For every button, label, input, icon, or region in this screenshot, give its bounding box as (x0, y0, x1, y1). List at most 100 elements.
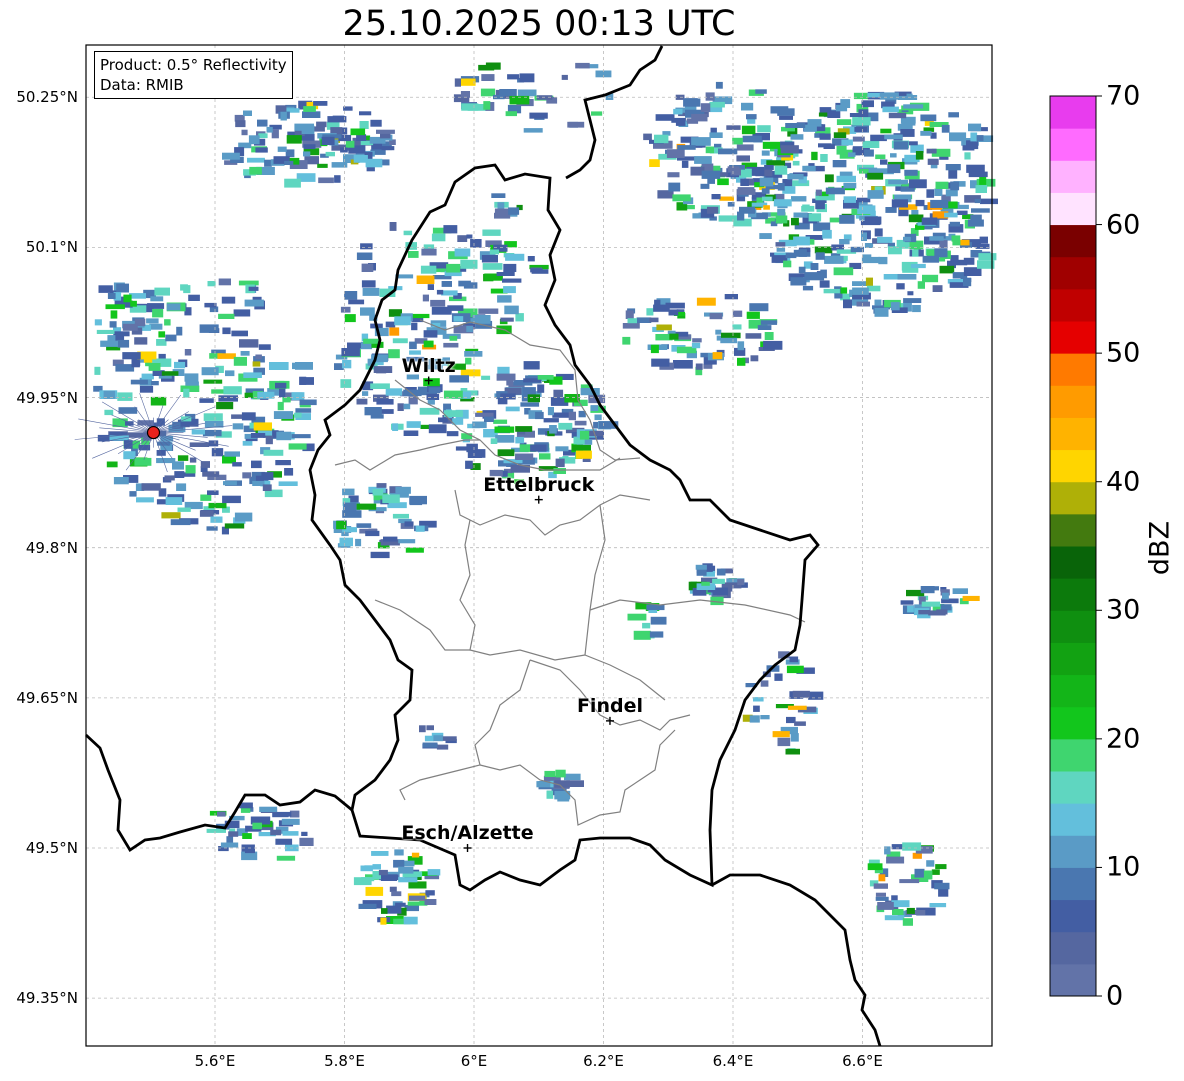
echo-pixel (278, 481, 298, 486)
border-de-fr (711, 873, 882, 1047)
echo-pixel (130, 379, 148, 385)
echo-pixel (222, 327, 231, 335)
echo-pixel (218, 278, 231, 286)
echo-pixel (949, 132, 967, 142)
echo-pixel (303, 144, 316, 150)
echo-pixel (726, 125, 741, 130)
echo-pixel (117, 339, 130, 348)
echo-pixel (503, 263, 517, 272)
echo-pixel (123, 294, 132, 303)
echo-pixel (464, 351, 483, 357)
echo-pixel (497, 398, 508, 405)
echo-pixel (100, 340, 118, 347)
echo-pixel (741, 125, 756, 135)
colorbar-segment (1050, 321, 1096, 354)
echo-pixel (359, 121, 369, 129)
echo-pixel (416, 275, 435, 284)
echo-pixel (242, 440, 253, 446)
colorbar (1049, 95, 1102, 997)
echo-pixel (185, 465, 196, 474)
echo-pixel (527, 394, 540, 403)
echo-pixel (742, 135, 762, 143)
echo-pixel (773, 199, 792, 207)
echo-pixel (233, 356, 247, 366)
echo-pixel (950, 181, 960, 191)
echo-pixel (739, 168, 752, 178)
echo-pixel (299, 376, 307, 385)
echo-pixel (930, 199, 949, 208)
echo-pixel (530, 268, 543, 273)
echo-pixel (976, 135, 984, 141)
echo-pixel (392, 423, 399, 431)
echo-pixel (482, 263, 503, 270)
echo-pixel (428, 424, 447, 434)
echo-pixel (890, 302, 900, 311)
echo-pixel (389, 886, 397, 892)
echo-pixel (226, 836, 234, 844)
echo-pixel (912, 852, 922, 859)
echo-pixel (672, 194, 691, 202)
echo-pixel (342, 488, 355, 496)
echo-pixel (217, 353, 236, 359)
echo-pixel (356, 503, 377, 510)
echo-pixel (907, 605, 914, 613)
echo-pixel (761, 188, 770, 194)
echo-pixel (131, 358, 140, 368)
echo-pixel (775, 215, 788, 224)
echo-pixel (515, 436, 525, 444)
colorbar-tick-label: 10 (1106, 851, 1141, 883)
echo-pixel (785, 748, 800, 755)
echo-pixel (737, 357, 746, 366)
echo-pixel (395, 486, 411, 494)
echo-pixel (241, 412, 256, 421)
echo-pixel (343, 502, 357, 512)
colorbar-segment (1050, 160, 1096, 193)
echo-pixel (176, 483, 187, 491)
echo-pixel (340, 379, 352, 388)
echo-pixel (709, 101, 725, 108)
lon-tick-label: 6°E (460, 1052, 488, 1070)
echo-pixel (424, 899, 437, 905)
echo-pixel (344, 291, 358, 300)
echo-pixel (276, 855, 296, 861)
echo-pixel (503, 286, 516, 294)
echo-pixel (862, 140, 880, 148)
colorbar-segment (1050, 706, 1096, 740)
echo-pixel (496, 272, 515, 276)
echo-pixel (184, 373, 199, 382)
echo-pixel (484, 416, 494, 422)
echo-pixel (206, 828, 226, 833)
colorbar-segment (1050, 385, 1096, 418)
echo-pixel (342, 359, 352, 369)
echo-pixel (411, 313, 430, 319)
lat-tick-label: 49.95°N (16, 388, 78, 407)
echo-pixel (109, 321, 117, 328)
echo-pixel (646, 604, 665, 611)
echo-pixel (139, 385, 154, 393)
echo-pixel (543, 418, 559, 423)
echo-pixel (247, 157, 265, 163)
echo-pixel (712, 352, 723, 360)
echo-pixel (956, 210, 968, 215)
echo-pixel (107, 335, 116, 342)
echo-pixel (253, 422, 272, 431)
echo-pixel (824, 255, 844, 264)
echo-pixel (939, 265, 955, 274)
echo-pixel (207, 490, 219, 495)
echo-pixel (811, 151, 818, 161)
echo-pixel (481, 74, 495, 81)
echo-pixel (848, 152, 856, 157)
echo-pixel (383, 536, 398, 542)
echo-pixel (376, 483, 387, 488)
echo-pixel (896, 283, 905, 290)
echo-pixel (926, 148, 937, 154)
echo-pixel (823, 144, 835, 149)
echo-pixel (802, 165, 816, 172)
echo-pixel (382, 494, 400, 504)
echo-pixel (692, 338, 702, 343)
echo-pixel (902, 842, 922, 851)
echo-pixel (979, 176, 987, 185)
echo-pixel (888, 179, 908, 185)
echo-pixel (968, 171, 988, 178)
echo-pixel (918, 610, 931, 615)
